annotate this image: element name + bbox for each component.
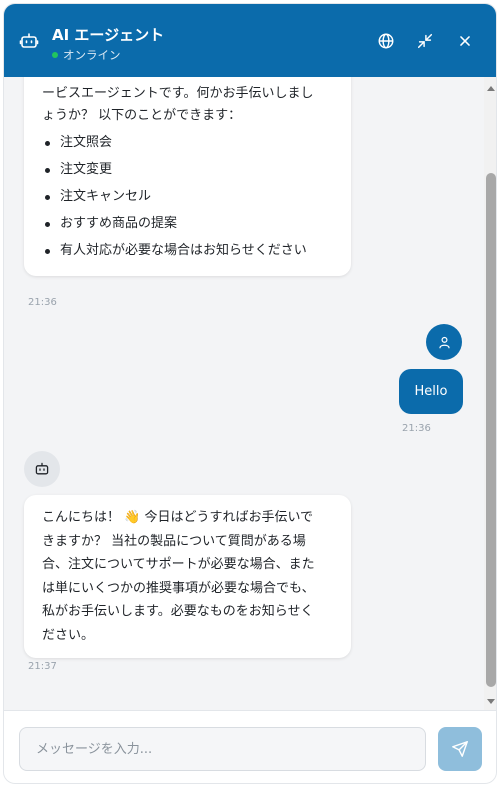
user-message: Hello (399, 369, 463, 414)
message-line: は単にいくつかの推奨事項が必要な場合でも、 (42, 580, 315, 596)
message-line: 合、注文についてサポートが必要な場合、また (42, 557, 315, 572)
scroll-down-icon[interactable] (487, 699, 495, 704)
message-timestamp: 21:36 (402, 423, 431, 434)
list-item: 注文変更 (42, 159, 333, 181)
scroll-up-icon[interactable] (487, 86, 495, 91)
minimize-icon (417, 33, 433, 49)
bot-avatar (24, 451, 60, 487)
bot-message: こんにちは！ 👋 今日はどうすればお手伝いで きますか？ 当社の製品について質問… (24, 495, 351, 658)
scrollbar-thumb[interactable] (486, 173, 496, 687)
chat-widget: AI エージェント オンライン ービスエージェントです。何かお手伝いしまし ょう… (3, 3, 497, 784)
message-line: きますか？ 当社の製品について質問がある場 (42, 533, 306, 549)
capability-list: 注文照会 注文変更 注文キャンセル おすすめ商品の提案 有人対応が必要な場合はお… (42, 132, 333, 262)
composer (4, 710, 496, 783)
message-line: こんにちは！ 👋 今日はどうすればお手伝いで (42, 510, 314, 525)
message-timestamp: 21:37 (28, 661, 57, 672)
close-button[interactable] (454, 30, 476, 52)
robot-icon (19, 31, 39, 51)
bot-message: ービスエージェントです。何かお手伝いしまし ょうか？ 以下のことができます： 注… (24, 77, 351, 276)
minimize-button[interactable] (414, 30, 436, 52)
send-button[interactable] (438, 727, 482, 771)
close-icon (460, 36, 470, 46)
list-item: 有人対応が必要な場合はお知らせください (42, 240, 333, 262)
chat-header: AI エージェント オンライン (4, 4, 496, 77)
message-input[interactable] (19, 727, 426, 771)
user-avatar (426, 324, 462, 360)
user-icon (438, 336, 450, 348)
scrollbar[interactable] (484, 77, 496, 710)
chat-title: AI エージェント (52, 26, 165, 44)
online-dot (52, 52, 58, 58)
robot-icon (35, 462, 49, 475)
message-line: ださい。 (42, 627, 95, 643)
list-item: おすすめ商品の提案 (42, 213, 333, 235)
message-timestamp: 21:36 (28, 297, 57, 308)
globe-icon (378, 33, 394, 49)
message-list: ービスエージェントです。何かお手伝いしまし ょうか？ 以下のことができます： 注… (4, 77, 484, 710)
message-line: ービスエージェントです。何かお手伝いしまし (42, 86, 314, 101)
message-line: ょうか？ 以下のことができます： (42, 108, 242, 123)
status-indicator: オンライン (52, 47, 121, 63)
send-icon (452, 741, 468, 757)
list-item: 注文キャンセル (42, 186, 333, 208)
list-item: 注文照会 (42, 132, 333, 154)
message-line: 私がお手伝いします。必要なものをお知らせく (42, 604, 314, 619)
status-text: オンライン (63, 48, 121, 62)
language-button[interactable] (375, 30, 397, 52)
